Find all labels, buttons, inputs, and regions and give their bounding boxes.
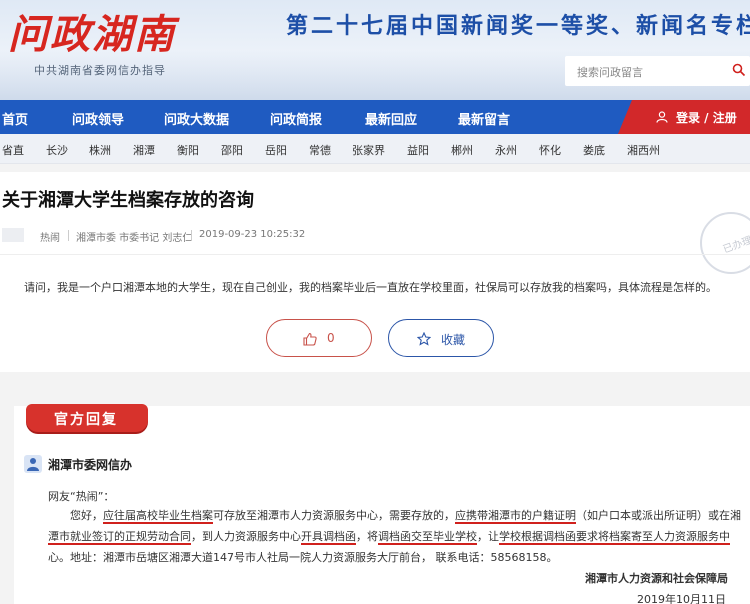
star-icon [417,332,431,346]
highlighted-text: 学校根据调档函要求将档案寄至人力资源服务中 [499,530,730,545]
region-item[interactable]: 怀化 [539,142,561,158]
like-button[interactable]: 0 [266,319,372,357]
reply-signature: 湘潭市人力资源和社会保障局 [585,572,728,585]
badge-label: 官方回复 [54,412,118,428]
favorite-label: 收藏 [441,333,466,347]
reply-text: ，到人力资源服务中心 [191,530,301,543]
reply-text: （如户口本或派出所证明）或在湘 [576,509,741,522]
highlighted-text: 应往届高校毕业生档案 [103,509,213,524]
reply-text: ，让 [477,530,499,543]
reply-greeting: 网友“热闹”： [48,490,115,503]
highlighted-text: 调档函交至毕业学校 [378,530,477,545]
thumbs-up-icon [303,332,317,346]
search-box[interactable]: 搜索问政留言 [565,56,750,86]
region-item[interactable]: 张家界 [352,142,385,158]
reply-line: 您好，应往届高校毕业生档案可存放至湘潭市人力资源服务中心，需要存放的，应携带湘潭… [48,505,741,526]
post-time: 2019-09-23 10:25:32 [199,229,306,240]
nav-item-latest-message[interactable]: 最新留言 [458,109,510,128]
search-icon[interactable] [732,63,746,77]
avatar [2,228,24,242]
meta-divider [191,230,192,241]
region-item[interactable]: 湘西州 [627,142,660,158]
reply-body: 您好，应往届高校毕业生档案可存放至湘潭市人力资源服务中心，需要存放的，应携带湘潭… [48,505,741,568]
region-bar: 省直 长沙 株洲 湘潭 衡阳 邵阳 岳阳 常德 张家界 益阳 郴州 永州 怀化 … [0,134,750,164]
reply-line: 心。地址：湘潭市岳塘区湘潭大道147号市人社局一院人力资源服务大厅前台， 联系电… [48,551,558,564]
award-slogan: 第二十七届中国新闻奖一等奖、新闻名专栏 [286,13,750,39]
reply-text: ，将 [356,530,378,543]
header-banner: 问政湖南 中共湖南省委网信办指导 第二十七届中国新闻奖一等奖、新闻名专栏 搜索问… [0,0,750,100]
stamp-text: 已办理 [721,235,750,256]
reply-organization[interactable]: 湘潭市委网信办 [48,456,132,473]
reply-line: 潭市就业签订的正规劳动合同，到人力资源服务中心开具调档函，将调档函交至毕业学校，… [48,526,730,547]
region-item[interactable]: 益阳 [407,142,429,158]
highlighted-text: 应携带湘潭市的户籍证明 [455,509,576,524]
handled-stamp: 已办理 [700,212,750,274]
divider [0,254,750,255]
meta-divider [68,230,69,241]
nav-item-home[interactable]: 首页 [2,109,28,128]
nav-item-leaders[interactable]: 问政领导 [72,109,124,128]
login-button[interactable]: 登录 / 注册 [618,100,750,134]
user-icon [656,111,668,123]
post-target[interactable]: 湘潭市委 市委书记 刘志仁 [76,229,192,244]
region-item[interactable]: 娄底 [583,142,605,158]
post-author[interactable]: 热闹 [40,229,60,244]
highlighted-text: 潭市就业签订的正规劳动合同 [48,530,191,545]
region-item[interactable]: 邵阳 [221,142,243,158]
region-item[interactable]: 郴州 [451,142,473,158]
region-item[interactable]: 湘潭 [133,142,155,158]
reply-text: 您好， [70,509,103,522]
reply-date: 2019年10月11日 [637,593,726,604]
region-item[interactable]: 永州 [495,142,517,158]
search-input[interactable]: 搜索问政留言 [577,64,643,80]
region-item[interactable]: 岳阳 [265,142,287,158]
page-title: 关于湘潭大学生档案存放的咨询 [2,190,254,211]
favorite-button[interactable]: 收藏 [388,319,494,357]
question-text: 请问，我是一个户口湘潭本地的大学生，现在自己创业，我的档案毕业后一直放在学校里面… [24,281,717,294]
nav-item-briefing[interactable]: 问政简报 [270,109,322,128]
reply-text: 可存放至湘潭市人力资源服务中心，需要存放的， [213,509,455,522]
guide-text: 中共湖南省委网信办指导 [34,64,166,77]
post-panel: 关于湘潭大学生档案存放的咨询 热闹 湘潭市委 市委书记 刘志仁 2019-09-… [0,172,750,372]
nav-item-latest-response[interactable]: 最新回应 [365,109,417,128]
region-item[interactable]: 长沙 [46,142,68,158]
like-count: 0 [327,331,335,345]
site-logo[interactable]: 问政湖南 [8,2,176,60]
organization-icon [24,455,42,473]
region-item[interactable]: 株洲 [89,142,111,158]
login-label: 登录 / 注册 [676,111,737,125]
region-item[interactable]: 常德 [309,142,331,158]
highlighted-text: 开具调档函 [301,530,356,545]
region-item[interactable]: 省直 [2,142,24,158]
official-reply-badge: 官方回复 [26,404,148,432]
region-item[interactable]: 衡阳 [177,142,199,158]
nav-item-big-data[interactable]: 问政大数据 [164,109,229,128]
